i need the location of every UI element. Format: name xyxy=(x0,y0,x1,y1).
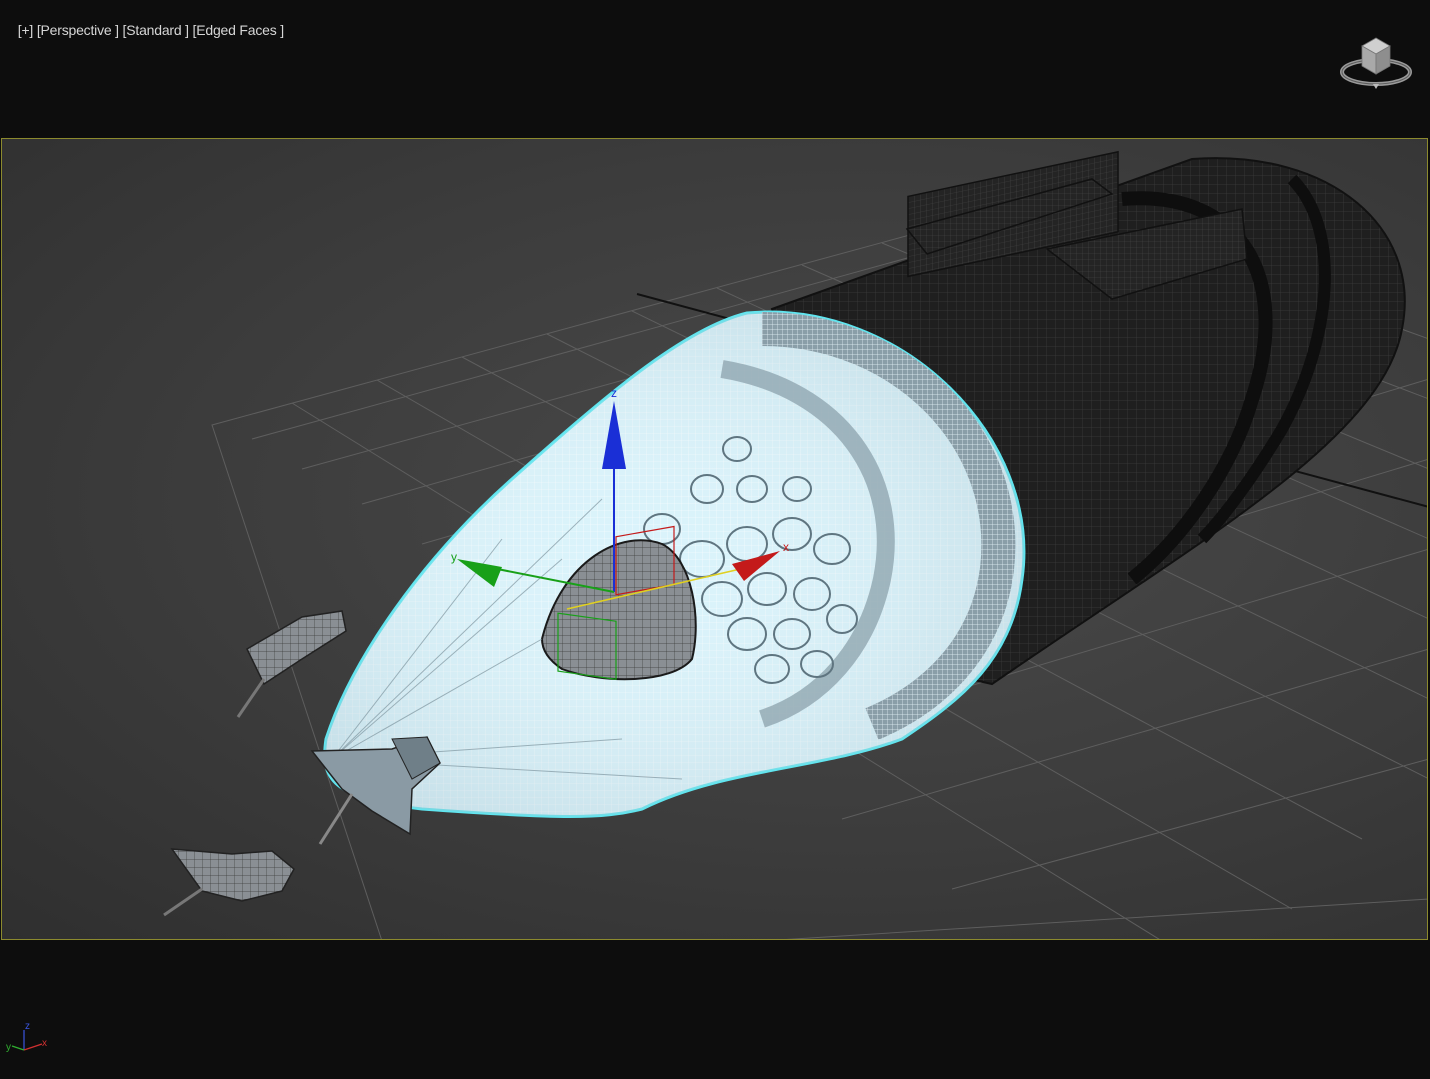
viewport-display-menu[interactable]: [Edged Faces ] xyxy=(193,22,285,38)
tripod-z-label: z xyxy=(25,1021,30,1032)
tripod-x-label: x xyxy=(42,1038,47,1049)
drone-model-bottom[interactable] xyxy=(163,848,295,917)
drone-model-top[interactable] xyxy=(236,610,347,718)
viewport-general-menu[interactable]: [+] xyxy=(18,22,34,38)
gizmo-x-label: x xyxy=(783,540,789,554)
gizmo-z-label: z xyxy=(611,386,617,400)
viewport-label-menu: [+] [Perspective ] [Standard ] [Edged Fa… xyxy=(3,6,284,54)
viewport-shading-menu[interactable]: [Standard ] xyxy=(123,22,189,38)
gizmo-y-label: y xyxy=(451,550,457,564)
axis-tripod-icon: z x y xyxy=(6,1021,47,1053)
scene-canvas[interactable]: z y x xyxy=(2,139,1428,940)
perspective-viewport[interactable]: [+] [Perspective ] [Standard ] [Edged Fa… xyxy=(0,0,1430,1079)
viewcube-icon[interactable] xyxy=(1338,32,1414,92)
viewport-pov-menu[interactable]: [Perspective ] xyxy=(37,22,119,38)
safe-frame: z y x xyxy=(1,138,1428,940)
tripod-y-label: y xyxy=(6,1042,11,1053)
